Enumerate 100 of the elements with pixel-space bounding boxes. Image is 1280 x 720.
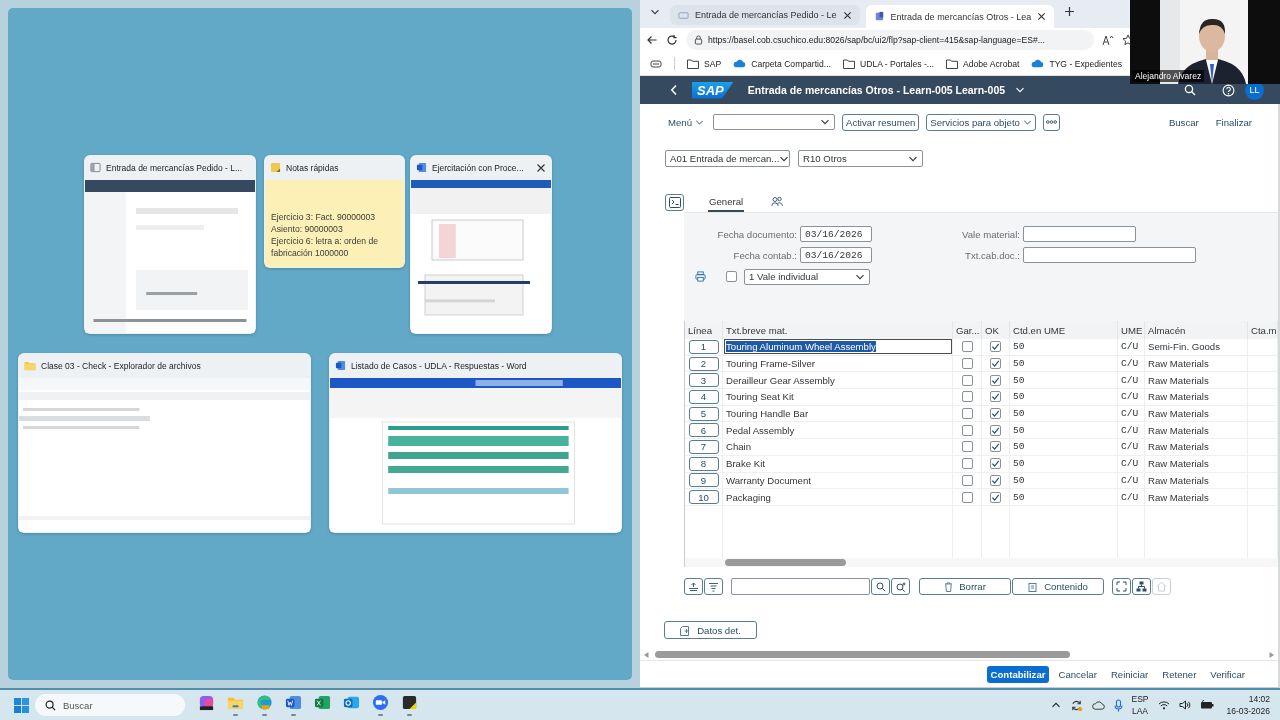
browser-tab[interactable]: Entrada de mercancías Pedido - Le [670, 5, 860, 25]
cloud-icon[interactable] [1091, 700, 1105, 710]
text-button[interactable]: Cancelar [1053, 665, 1102, 683]
checkbox[interactable] [990, 374, 1001, 386]
read-aloud-icon[interactable] [1102, 34, 1114, 46]
command-field[interactable] [713, 114, 835, 130]
checkbox[interactable] [990, 441, 1001, 453]
clock[interactable]: 14:02 16-03-2026 [1226, 693, 1270, 717]
checkbox[interactable] [990, 458, 1001, 470]
language-indicator[interactable]: ESP LAA [1131, 693, 1149, 717]
checkbox[interactable] [961, 458, 973, 470]
bookmark[interactable]: Carpeta Compartid... [733, 58, 831, 69]
view-button[interactable] [1112, 578, 1131, 595]
line-button[interactable]: 7 [688, 439, 719, 454]
details-button[interactable]: Datos det. [664, 621, 757, 639]
line-button[interactable]: 8 [688, 456, 719, 471]
checkbox[interactable] [961, 408, 973, 420]
checkbox[interactable] [961, 441, 973, 453]
battery-icon[interactable] [1199, 700, 1214, 710]
text-button[interactable]: Verificar [1205, 665, 1250, 683]
dropdown[interactable]: 1 Vale individual [744, 268, 870, 285]
dropdown[interactable]: R10 Otros [798, 150, 923, 167]
line-button[interactable]: 1 [688, 339, 719, 354]
sort-ascending-button[interactable] [684, 578, 703, 595]
collections-icon[interactable] [650, 58, 662, 69]
scrollbar[interactable] [685, 558, 1278, 567]
search-button[interactable] [871, 578, 890, 595]
checkbox[interactable] [990, 341, 1001, 353]
line-button[interactable]: 6 [688, 423, 719, 438]
window-thumbnail[interactable]: Ejercitación con Proce... [410, 155, 552, 334]
checkbox[interactable] [990, 491, 1001, 503]
checkbox[interactable] [961, 474, 973, 486]
checkbox[interactable] [961, 491, 973, 503]
column-header[interactable]: OK [982, 321, 1010, 339]
column-header[interactable]: Ctd.en UME [1010, 321, 1118, 339]
input-field[interactable] [1023, 247, 1196, 263]
input-field[interactable]: Touring Aluminum Wheel Assembly [724, 339, 952, 355]
column-header[interactable]: UME [1118, 321, 1145, 339]
search-field[interactable] [731, 578, 870, 595]
bookmark[interactable]: TYG - Expedientes [1031, 58, 1122, 69]
dropdown[interactable]: A01 Entrada de mercan... [665, 150, 790, 167]
back-icon[interactable] [646, 34, 658, 46]
column-header[interactable]: Gar... [953, 321, 982, 339]
sync-icon[interactable] [1069, 698, 1083, 712]
search-next-button[interactable] [891, 578, 910, 595]
line-button[interactable]: 10 [688, 490, 719, 505]
start-icon[interactable] [14, 697, 29, 713]
scroll-left-icon[interactable] [644, 651, 649, 658]
input-field[interactable]: 03/16/2026 [800, 247, 872, 263]
bookmark[interactable]: UDLA - Portales -... [842, 58, 934, 69]
checkbox[interactable] [990, 474, 1001, 486]
checkbox[interactable] [961, 358, 973, 370]
table-action-button[interactable]: Borrar [919, 578, 1011, 595]
window-thumbnail[interactable]: Notas rápidas Ejercicio 3: Fact. 90000003 Asiento: 90000003 Ejercicio 6: letra a: orden de fabricación 1000000 [264, 155, 405, 268]
panel-toggle-button[interactable] [665, 194, 684, 211]
line-button[interactable]: 4 [688, 389, 719, 404]
volume-icon[interactable] [1178, 700, 1191, 710]
window-thumbnail[interactable]: Listado de Casos - UDLA - Respuestas - Word [329, 353, 622, 533]
toolbar-link[interactable]: Buscar [1168, 116, 1199, 128]
toolbar-button[interactable]: Servicios para objeto [926, 113, 1036, 131]
input-field[interactable] [1023, 226, 1136, 242]
checkbox[interactable] [961, 374, 973, 386]
checkbox[interactable] [990, 408, 1001, 420]
checkbox[interactable] [961, 424, 973, 436]
column-header[interactable]: Cta.m [1248, 321, 1278, 339]
more-button[interactable] [1042, 113, 1060, 131]
menu-button[interactable]: Menú [668, 116, 704, 128]
checkbox[interactable] [726, 271, 737, 282]
microphone-icon[interactable] [1113, 698, 1123, 712]
address-field[interactable]: https://basel.cob.csuchico.edu:8026/sap/bc/ui2/flp?sap-client=415&sap-language=ES#... [686, 30, 1094, 50]
browser-tab[interactable]: Entrada de mercancías Otros - Lea [865, 5, 1055, 28]
text-button[interactable]: Retener [1157, 665, 1202, 683]
line-button[interactable]: 5 [688, 406, 719, 421]
input-field[interactable]: 03/16/2026 [800, 226, 872, 242]
bookmark[interactable]: SAP [687, 58, 722, 69]
window-thumbnail[interactable]: Entrada de mercancías Pedido - L... [84, 155, 256, 334]
primary-button[interactable]: Contabilizar [986, 665, 1050, 683]
search-icon[interactable] [1184, 84, 1196, 96]
search-field[interactable]: Buscar [35, 694, 185, 716]
view-button[interactable] [1132, 578, 1151, 595]
toolbar-link[interactable]: Finalizar [1215, 116, 1252, 128]
toolbar-button[interactable]: Activar resumen [842, 113, 920, 131]
column-header[interactable]: Línea [685, 321, 723, 339]
column-header[interactable]: Txt.breve mat. [723, 321, 953, 339]
window-thumbnail[interactable]: Clase 03 - Check - Explorador de archivos [18, 353, 311, 533]
checkbox[interactable] [961, 341, 973, 353]
checkbox[interactable] [990, 391, 1001, 403]
table-action-button[interactable]: Contenido [1012, 578, 1104, 595]
bookmark[interactable]: Adobe Acrobat [946, 58, 1020, 69]
column-header[interactable]: Almacén [1145, 321, 1248, 339]
checkbox[interactable] [961, 391, 973, 403]
filter-button[interactable] [704, 578, 723, 595]
line-button[interactable]: 3 [688, 373, 719, 388]
line-button[interactable]: 2 [688, 356, 719, 371]
line-button[interactable]: 9 [688, 473, 719, 488]
checkbox[interactable] [990, 424, 1001, 436]
text-button[interactable]: Reiniciar [1105, 665, 1154, 683]
checkbox[interactable] [990, 358, 1001, 370]
reload-icon[interactable] [666, 34, 678, 46]
help-icon[interactable] [1222, 83, 1235, 97]
